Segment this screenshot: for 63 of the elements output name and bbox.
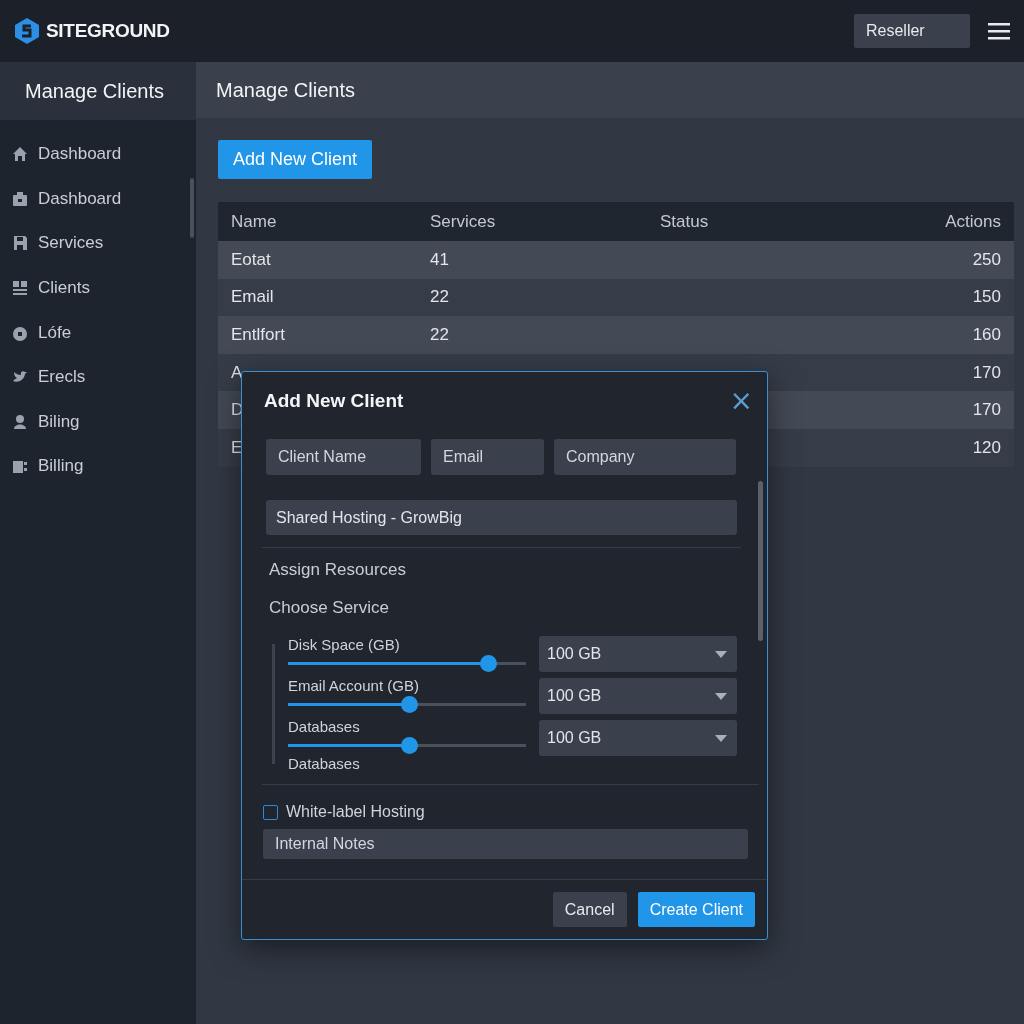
caret-icon — [715, 692, 727, 700]
cancel-button[interactable]: Cancel — [552, 892, 627, 927]
sidebar-item[interactable]: Dashboard — [38, 188, 122, 209]
table-cell: 150 — [972, 287, 1001, 307]
grid-icon — [12, 280, 28, 297]
slider-label: Disk Space (GB) — [288, 636, 401, 654]
table-cell: 170 — [972, 362, 1001, 382]
column-header: Status — [647, 202, 837, 241]
table-cell: 22 — [430, 325, 449, 344]
checkbox[interactable] — [263, 804, 278, 820]
slider[interactable] — [288, 655, 526, 672]
table-cell: 41 — [430, 249, 449, 269]
table-cell: Email — [218, 278, 417, 317]
slider-label: Databases — [288, 718, 361, 736]
notes-field[interactable]: Internal Notes — [263, 829, 748, 859]
sidebar-item[interactable]: Erecls — [38, 367, 86, 388]
page-title: Manage Clients — [196, 62, 1024, 118]
caret-icon — [715, 734, 727, 742]
save-icon — [12, 235, 28, 252]
slider[interactable] — [288, 737, 526, 754]
person-icon — [12, 413, 28, 430]
slider-label: Email Account (GB) — [288, 677, 420, 695]
brand-name: SITEGROUND — [46, 20, 170, 42]
caret-icon — [715, 650, 727, 658]
table-cell: Entlfort — [218, 316, 417, 354]
column-header: Name — [218, 202, 417, 241]
sidebar-item[interactable]: Billing — [38, 456, 84, 477]
home-icon — [12, 146, 28, 163]
table-cell: 170 — [972, 400, 1001, 420]
dropdown[interactable]: 100 GB — [539, 720, 737, 756]
sidebar-item[interactable]: Biling — [38, 411, 80, 432]
text-field[interactable]: Email — [431, 439, 544, 475]
table-cell: Eotat — [218, 241, 417, 279]
column-header: Actions — [837, 202, 1014, 241]
table-cell: 160 — [972, 325, 1001, 344]
reseller-button[interactable]: Reseller — [854, 14, 970, 48]
section-subtitle: Choose Service — [268, 598, 390, 618]
sidebar-item[interactable]: Clients — [38, 278, 90, 299]
slider[interactable] — [288, 696, 526, 713]
sidebar-item[interactable]: Services — [38, 233, 104, 254]
dropdown[interactable]: 100 GB — [539, 678, 737, 714]
slider-label: Databases — [288, 755, 361, 772]
text-field[interactable]: Client Name — [266, 439, 421, 475]
table-cell: 250 — [972, 249, 1001, 269]
case-icon — [12, 190, 28, 207]
logo-icon — [14, 17, 40, 45]
circle-icon — [12, 324, 28, 341]
sidebar-title: Manage Clients — [0, 62, 196, 120]
column-header: Services — [417, 202, 647, 241]
scrollbar[interactable] — [758, 481, 763, 641]
sidebar-item[interactable]: Dashboard — [38, 144, 122, 165]
dropdown[interactable]: 100 GB — [539, 636, 737, 672]
menu-icon[interactable] — [988, 22, 1010, 40]
scrollbar[interactable] — [190, 178, 194, 238]
dialog-title: Add New Client — [264, 390, 404, 412]
table-cell: 22 — [430, 287, 449, 307]
table-cell: 120 — [972, 437, 1001, 457]
close-button[interactable]: × — [729, 389, 753, 413]
section-title: Assign Resources — [268, 560, 407, 580]
text-field[interactable]: Company — [554, 439, 736, 475]
sidebar-item[interactable]: Lófe — [38, 322, 72, 343]
checkbox-label: White-label Hosting — [286, 803, 425, 821]
plan-field[interactable]: Shared Hosting - GrowBig — [266, 500, 737, 535]
